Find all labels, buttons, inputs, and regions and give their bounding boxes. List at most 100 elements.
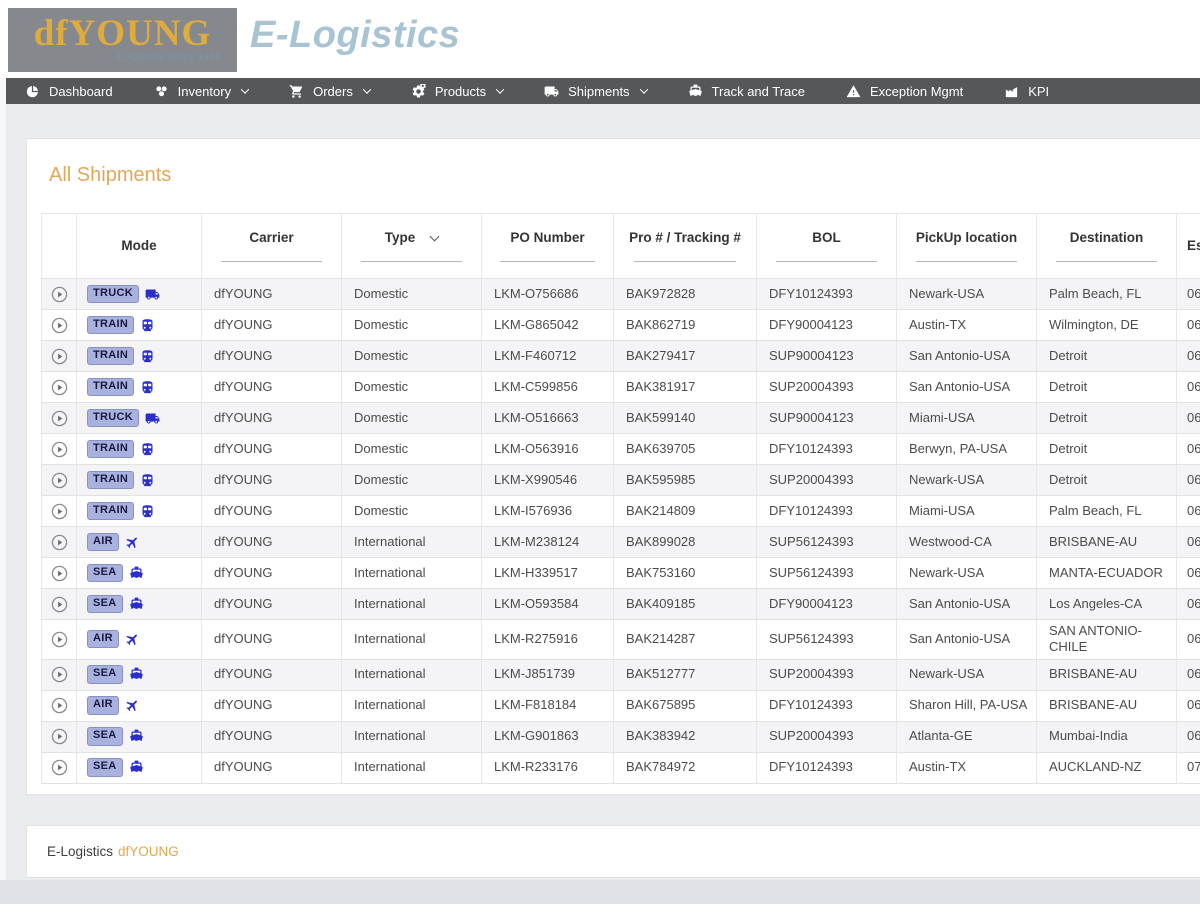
cell-po: LKM-I576936 <box>482 496 614 527</box>
footer-brand-name: dfYOUNG <box>118 844 179 859</box>
page-title: All Shipments <box>49 164 1200 187</box>
cell-type: Domestic <box>342 310 482 341</box>
cell-type: Domestic <box>342 341 482 372</box>
cell-bol: DFY10124393 <box>757 279 897 310</box>
cell-tracking: BAK639705 <box>614 434 757 465</box>
filter-input-po[interactable] <box>500 250 594 262</box>
column-label-type: Type <box>385 230 416 245</box>
filter-input-bol[interactable] <box>776 250 876 262</box>
expand-row-button[interactable] <box>51 759 68 776</box>
train-icon <box>140 380 155 395</box>
expand-row-button[interactable] <box>51 631 68 648</box>
cell-tracking: BAK899028 <box>614 527 757 558</box>
expand-row-button[interactable] <box>51 410 68 427</box>
company-logo[interactable]: dfYOUNG Logistics Since 1903 <box>8 8 237 72</box>
mode-badge: AIR <box>87 533 119 551</box>
expand-row-button[interactable] <box>51 697 68 714</box>
cell-mode: AIR <box>77 527 202 558</box>
cell-type: International <box>342 620 482 660</box>
cell-eta: 06 <box>1177 496 1200 527</box>
nav-item-kpi[interactable]: KPI <box>1004 84 1049 99</box>
cell-type: Domestic <box>342 403 482 434</box>
expand-row-button[interactable] <box>51 472 68 489</box>
cell-pickup: Newark-USA <box>897 465 1037 496</box>
cell-tracking: BAK972828 <box>614 279 757 310</box>
expand-row-button[interactable] <box>51 666 68 683</box>
shipment-row: AIRdfYOUNGInternationalLKM-R275916BAK214… <box>42 620 1200 660</box>
expand-row-button[interactable] <box>51 565 68 582</box>
expand-row-button[interactable] <box>51 379 68 396</box>
column-label-eta: Es <box>1187 238 1200 253</box>
expand-row-button[interactable] <box>51 348 68 365</box>
train-icon <box>140 442 155 457</box>
cell-type: International <box>342 527 482 558</box>
filter-input-destination[interactable] <box>1056 250 1156 262</box>
shipments-card: All Shipments ModeCarrierTypePO NumberPr… <box>26 138 1200 795</box>
shipment-row: SEAdfYOUNGInternationalLKM-R233176BAK784… <box>42 752 1200 783</box>
expand-row-button[interactable] <box>51 534 68 551</box>
nav-item-exception-mgmt[interactable]: Exception Mgmt <box>846 84 963 99</box>
column-label-destination: Destination <box>1070 230 1144 245</box>
dashboard-icon <box>25 84 40 99</box>
cell-type: Domestic <box>342 434 482 465</box>
expand-row-button[interactable] <box>51 596 68 613</box>
cell-eta: 06 <box>1177 620 1200 660</box>
filter-input-carrier[interactable] <box>221 250 321 262</box>
nav-item-track-and-trace[interactable]: Track and Trace <box>688 84 805 99</box>
cell-tracking: BAK214809 <box>614 496 757 527</box>
cell-destination: MANTA-ECUADOR <box>1037 558 1177 589</box>
cell-eta: 06 <box>1177 721 1200 752</box>
cell-pickup: Austin-TX <box>897 310 1037 341</box>
cell-tracking: BAK753160 <box>614 558 757 589</box>
cell-po: LKM-H339517 <box>482 558 614 589</box>
boat-icon <box>129 729 144 744</box>
truck-icon <box>145 411 160 426</box>
column-header-pickup: PickUp location <box>897 214 1037 279</box>
column-header-bol: BOL <box>757 214 897 279</box>
cell-pickup: San Antonio-USA <box>897 341 1037 372</box>
cell-carrier: dfYOUNG <box>202 589 342 620</box>
cell-bol: SUP20004393 <box>757 465 897 496</box>
cell-mode: AIR <box>77 690 202 721</box>
expand-row-button[interactable] <box>51 441 68 458</box>
cell-destination: Detroit <box>1037 372 1177 403</box>
train-icon <box>140 349 155 364</box>
gears-icon <box>411 84 426 99</box>
expand-row-button[interactable] <box>51 286 68 303</box>
cell-pickup: Miami-USA <box>897 496 1037 527</box>
brand-name: dfYOUNG <box>34 17 212 50</box>
cell-destination: BRISBANE-AU <box>1037 690 1177 721</box>
nav-label-kpi: KPI <box>1028 84 1049 99</box>
column-label-mode: Mode <box>121 238 156 253</box>
cell-expand <box>42 341 77 372</box>
cell-pickup: San Antonio-USA <box>897 372 1037 403</box>
filter-input-type[interactable] <box>361 250 461 262</box>
cell-bol: SUP56124393 <box>757 527 897 558</box>
plane-icon <box>125 632 140 647</box>
cell-bol: SUP90004123 <box>757 403 897 434</box>
plane-icon <box>125 698 140 713</box>
cell-type: International <box>342 690 482 721</box>
nav-item-products[interactable]: Products <box>411 84 503 99</box>
expand-row-button[interactable] <box>51 317 68 334</box>
cell-po: LKM-O756686 <box>482 279 614 310</box>
cell-destination: SAN ANTONIO-CHILE <box>1037 620 1177 660</box>
cell-pickup: Atlanta-GE <box>897 721 1037 752</box>
nav-item-inventory[interactable]: Inventory <box>154 84 248 99</box>
cell-expand <box>42 659 77 690</box>
nav-item-shipments[interactable]: Shipments <box>544 84 646 99</box>
boat-icon <box>129 667 144 682</box>
cell-pickup: Miami-USA <box>897 403 1037 434</box>
expand-row-button[interactable] <box>51 728 68 745</box>
cell-po: LKM-F818184 <box>482 690 614 721</box>
filter-input-pickup[interactable] <box>916 250 1016 262</box>
mode-badge: TRAIN <box>87 378 134 396</box>
column-header-expand <box>42 214 77 279</box>
nav-item-dashboard[interactable]: Dashboard <box>25 84 113 99</box>
filter-input-tracking[interactable] <box>634 250 736 262</box>
mode-badge: TRAIN <box>87 502 134 520</box>
expand-row-button[interactable] <box>51 503 68 520</box>
chevron-down-icon[interactable] <box>430 231 440 241</box>
cell-mode: AIR <box>77 620 202 660</box>
nav-item-orders[interactable]: Orders <box>289 84 370 99</box>
